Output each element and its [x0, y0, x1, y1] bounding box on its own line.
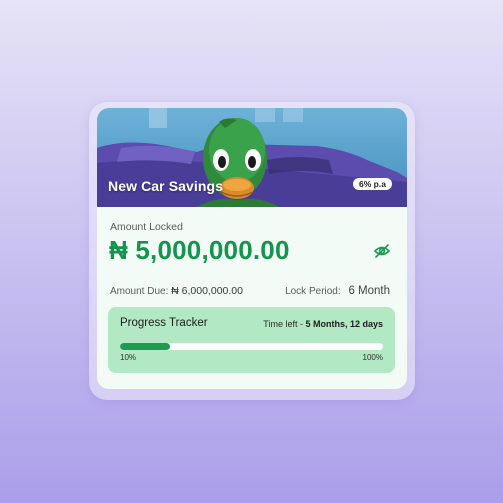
progress-bar-fill	[120, 343, 170, 350]
amount-due-value: ₦ 6,000,000.00	[171, 285, 243, 297]
time-left-label: Time left -	[263, 319, 306, 329]
lock-period: Lock Period: 6 Month	[285, 285, 390, 297]
progress-tracker: Progress Tracker Time left - 5 Months, 1…	[108, 307, 395, 373]
time-left-value: 5 Months, 12 days	[305, 319, 383, 329]
amount-due-label: Amount Due:	[110, 286, 169, 297]
savings-plan-title: New Car Savings	[108, 178, 224, 194]
progress-bar-track	[120, 343, 383, 350]
amount-due: Amount Due: ₦ 6,000,000.00	[110, 285, 243, 297]
interest-rate-badge: 6% p.a	[353, 178, 392, 190]
amount-locked-value: ₦ 5,000,000.00	[109, 235, 290, 265]
progress-start-label: 10%	[120, 353, 137, 362]
eye-off-icon[interactable]	[373, 242, 391, 260]
progress-end-label: 100%	[362, 353, 383, 362]
lock-period-label: Lock Period:	[285, 286, 341, 297]
time-left: Time left - 5 Months, 12 days	[263, 319, 383, 329]
lock-period-value: 6 Month	[348, 285, 390, 297]
progress-tracker-title: Progress Tracker	[120, 317, 208, 329]
amount-locked-label: Amount Locked	[110, 221, 183, 233]
card-hero-image: New Car Savings 6% p.a	[97, 108, 407, 207]
